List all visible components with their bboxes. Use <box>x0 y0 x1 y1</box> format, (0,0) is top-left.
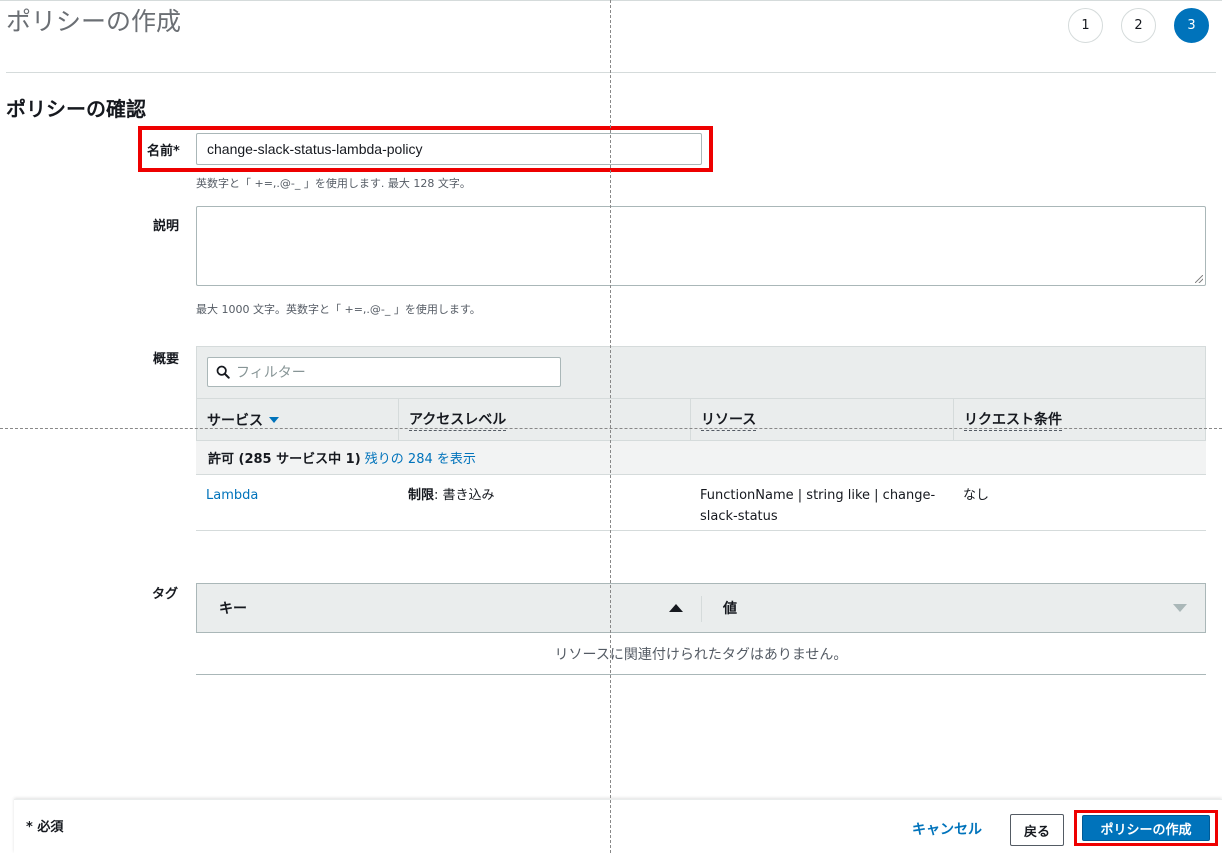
name-hint: 英数字と「 +=,.@-_ 」を使用します. 最大 128 文字。 <box>196 177 471 190</box>
column-divider <box>701 596 702 622</box>
access-level-bold: 制限 <box>408 488 435 503</box>
resize-handle-icon[interactable] <box>1195 275 1203 283</box>
access-level-cell: 制限: 書き込み <box>398 475 690 530</box>
access-level-rest: : 書き込み <box>434 488 495 503</box>
column-request-condition-label: リクエスト条件 <box>964 409 1062 431</box>
description-hint: 最大 1000 文字。英数字と「 +=,.@-_ 」を使用します。 <box>196 303 481 316</box>
sort-down-icon <box>269 416 279 423</box>
tags-empty-message: リソースに関連付けられたタグはありません。 <box>196 633 1206 675</box>
page-title: ポリシーの作成 <box>6 7 182 36</box>
sort-up-icon[interactable] <box>669 604 683 612</box>
footer-bar: * 必須 キャンセル 戻る ポリシーの作成 <box>14 799 1222 853</box>
description-label: 説明 <box>153 219 180 234</box>
window-top-border <box>0 0 1222 1</box>
tags-key-header[interactable]: キー <box>219 598 247 618</box>
cancel-button[interactable]: キャンセル <box>912 819 982 839</box>
sort-down-icon[interactable] <box>1173 604 1187 612</box>
tags-value-header[interactable]: 値 <box>723 598 737 618</box>
show-remaining-link[interactable]: 残りの 284 を表示 <box>365 448 476 467</box>
service-link-lambda[interactable]: Lambda <box>196 475 398 530</box>
condition-cell: なし <box>963 488 990 503</box>
search-icon <box>216 365 230 379</box>
filter-placeholder: フィルター <box>236 365 306 381</box>
resource-cell: FunctionName | string like | change-slac… <box>700 488 936 524</box>
table-row: Lambda 制限: 書き込み FunctionName | string li… <box>196 475 1206 531</box>
allow-group-row: 許可 (285 サービス中 1) 残りの 284 を表示 <box>196 441 1206 475</box>
step-3: 3 <box>1174 8 1209 43</box>
summary-label: 概要 <box>153 352 180 367</box>
column-service[interactable]: サービス <box>197 399 399 440</box>
column-access-level[interactable]: アクセスレベル <box>399 399 691 440</box>
step-2[interactable]: 2 <box>1121 8 1156 43</box>
column-access-level-label: アクセスレベル <box>409 409 507 431</box>
step-1[interactable]: 1 <box>1068 8 1103 43</box>
section-title: ポリシーの確認 <box>6 97 146 121</box>
tags-label: タグ <box>152 587 179 602</box>
filter-input[interactable]: フィルター <box>207 357 561 387</box>
required-note: * 必須 <box>26 820 64 835</box>
tags-table: キー 値 リソースに関連付けられたタグはありません。 <box>196 583 1206 675</box>
policy-name-input[interactable]: change-slack-status-lambda-policy <box>196 133 702 165</box>
create-policy-button[interactable]: ポリシーの作成 <box>1082 815 1210 841</box>
column-request-condition[interactable]: リクエスト条件 <box>954 399 1205 440</box>
summary-column-headers: サービス アクセスレベル リソース リクエスト条件 <box>196 398 1206 441</box>
column-resource[interactable]: リソース <box>691 399 954 440</box>
header-divider <box>6 72 1216 73</box>
summary-toolbar: フィルター <box>196 346 1206 398</box>
description-textarea[interactable] <box>196 206 1206 286</box>
step-indicator: 1 2 3 <box>1068 8 1209 43</box>
back-button[interactable]: 戻る <box>1010 814 1064 846</box>
column-service-label: サービス <box>207 412 263 429</box>
summary-table: フィルター サービス アクセスレベル リソース リクエスト条件 許可 (285 … <box>196 346 1206 531</box>
tags-header: キー 値 <box>196 583 1206 633</box>
allow-count: 許可 (285 サービス中 1) <box>208 452 361 467</box>
column-resource-label: リソース <box>701 409 757 431</box>
